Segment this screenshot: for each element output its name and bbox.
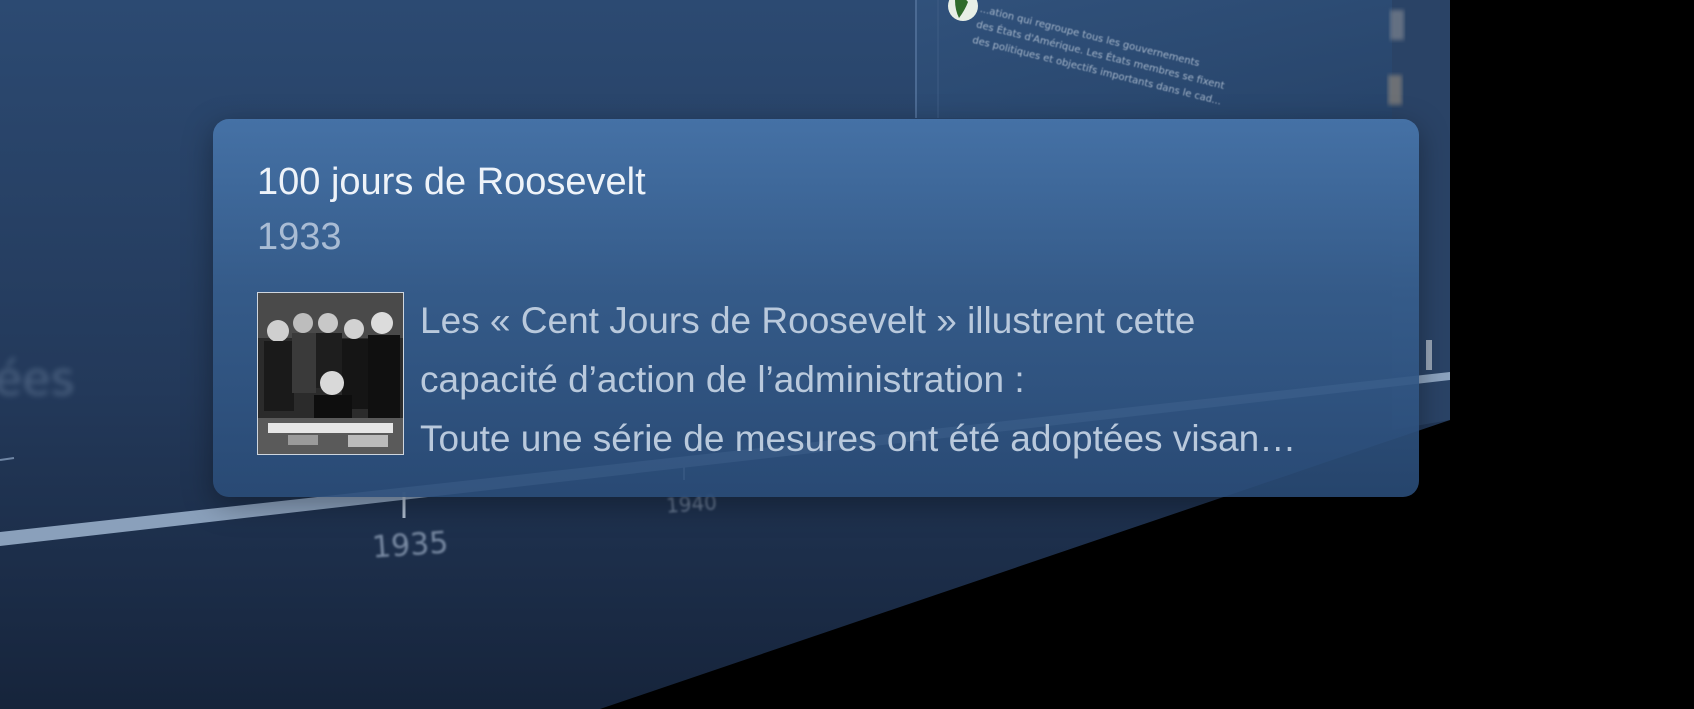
- description-line: Les « Cent Jours de Roosevelt » illustre…: [420, 300, 1196, 341]
- event-title: 100 jours de Roosevelt: [257, 161, 646, 203]
- side-category-label: ées: [0, 352, 75, 406]
- description-line: capacité d’action de l’administration :: [420, 359, 1025, 400]
- description-line: Toute une série de mesures ont été adopt…: [420, 418, 1297, 459]
- roosevelt-photo-icon: [258, 293, 403, 454]
- side-thumbnail[interactable]: [1390, 10, 1404, 40]
- event-thumbnail[interactable]: [257, 292, 404, 455]
- side-thumbnail[interactable]: [1388, 75, 1402, 105]
- event-year: 1933: [257, 216, 342, 258]
- event-tooltip[interactable]: 100 jours de Roosevelt 1933 Les « Cent J…: [213, 119, 1419, 497]
- axis-year-label: 1935: [370, 525, 450, 566]
- side-scroll-indicator[interactable]: [1426, 340, 1432, 370]
- event-description: Les « Cent Jours de Roosevelt » illustre…: [420, 291, 1410, 468]
